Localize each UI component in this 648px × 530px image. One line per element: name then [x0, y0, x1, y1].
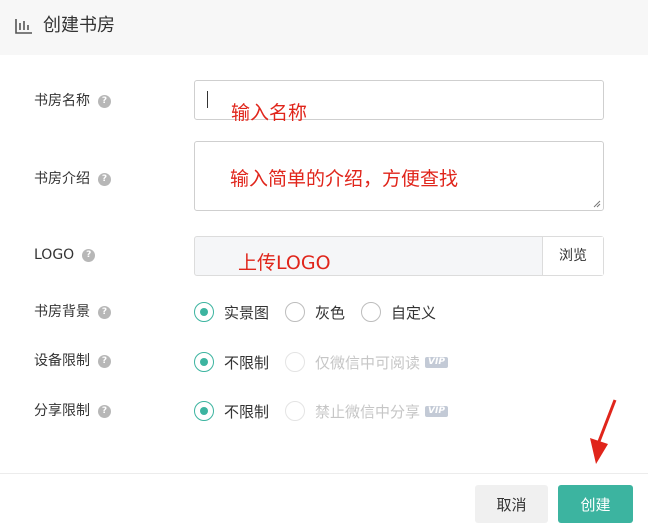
help-icon[interactable]: ? [82, 248, 96, 262]
device-limit-label-text: 设备限制 [34, 353, 90, 369]
background-radio-group: 实景图 灰色 自定义 [194, 301, 452, 323]
radio-unchecked-icon [285, 302, 306, 322]
intro-annotation: 输入简单的介绍，方便查找 [230, 168, 459, 190]
resize-handle-icon[interactable] [593, 200, 601, 208]
radio-custom[interactable]: 自定义 [361, 302, 436, 323]
intro-label: 书房介绍 ? [34, 169, 111, 189]
radio-label: 灰色 [315, 303, 346, 322]
create-button[interactable]: 创建 [558, 485, 633, 523]
radio-label: 不限制 [224, 353, 270, 372]
radio-disabled-icon [285, 352, 306, 372]
bookshelf-icon [15, 19, 32, 34]
footer-divider [0, 473, 648, 474]
text-caret [207, 91, 208, 108]
help-icon[interactable]: ? [98, 404, 111, 418]
help-icon[interactable]: ? [98, 354, 111, 368]
radio-gray[interactable]: 灰色 [285, 302, 345, 323]
radio-label: 仅微信中可阅读 [315, 353, 421, 372]
radio-checked-icon [194, 401, 214, 421]
red-arrow-annotation-icon [590, 399, 617, 464]
device-limit-radio-group: 不限制 仅微信中可阅读 VIP [194, 351, 464, 373]
name-annotation: 输入名称 [231, 102, 308, 124]
logo-label-text: LOGO [34, 247, 75, 263]
radio-checked-icon [194, 352, 214, 372]
radio-no-wechat-share: 禁止微信中分享 VIP [285, 401, 448, 422]
radio-label: 不限制 [224, 402, 270, 421]
background-label: 书房背景 ? [34, 302, 111, 322]
share-limit-radio-group: 不限制 禁止微信中分享 VIP [194, 400, 464, 422]
radio-device-unlimited[interactable]: 不限制 [194, 352, 269, 373]
help-icon[interactable]: ? [98, 94, 111, 108]
radio-wechat-only: 仅微信中可阅读 VIP [285, 352, 448, 373]
vip-badge: VIP [425, 356, 448, 368]
radio-unchecked-icon [361, 302, 382, 322]
logo-label: LOGO ? [34, 245, 96, 265]
vip-badge: VIP [425, 405, 448, 417]
logo-annotation: 上传LOGO [238, 252, 331, 274]
help-icon[interactable]: ? [98, 305, 111, 319]
radio-label: 自定义 [391, 303, 437, 322]
intro-label-text: 书房介绍 [34, 171, 90, 187]
help-icon[interactable]: ? [98, 172, 111, 186]
radio-real-image[interactable]: 实景图 [194, 302, 269, 323]
radio-label: 实景图 [224, 303, 270, 322]
radio-share-unlimited[interactable]: 不限制 [194, 401, 269, 422]
radio-label: 禁止微信中分享 [315, 402, 421, 421]
background-label-text: 书房背景 [34, 304, 90, 320]
cancel-button[interactable]: 取消 [475, 485, 548, 523]
name-label-text: 书房名称 [34, 93, 90, 109]
dialog-header: 创建书房 [0, 0, 648, 55]
dialog-title: 创建书房 [43, 15, 115, 36]
radio-disabled-icon [285, 401, 306, 421]
device-limit-label: 设备限制 ? [34, 351, 111, 371]
name-label: 书房名称 ? [34, 91, 111, 111]
radio-checked-icon [194, 302, 214, 322]
share-limit-label: 分享限制 ? [34, 401, 111, 421]
browse-button[interactable]: 浏览 [542, 237, 603, 275]
share-limit-label-text: 分享限制 [34, 403, 90, 419]
